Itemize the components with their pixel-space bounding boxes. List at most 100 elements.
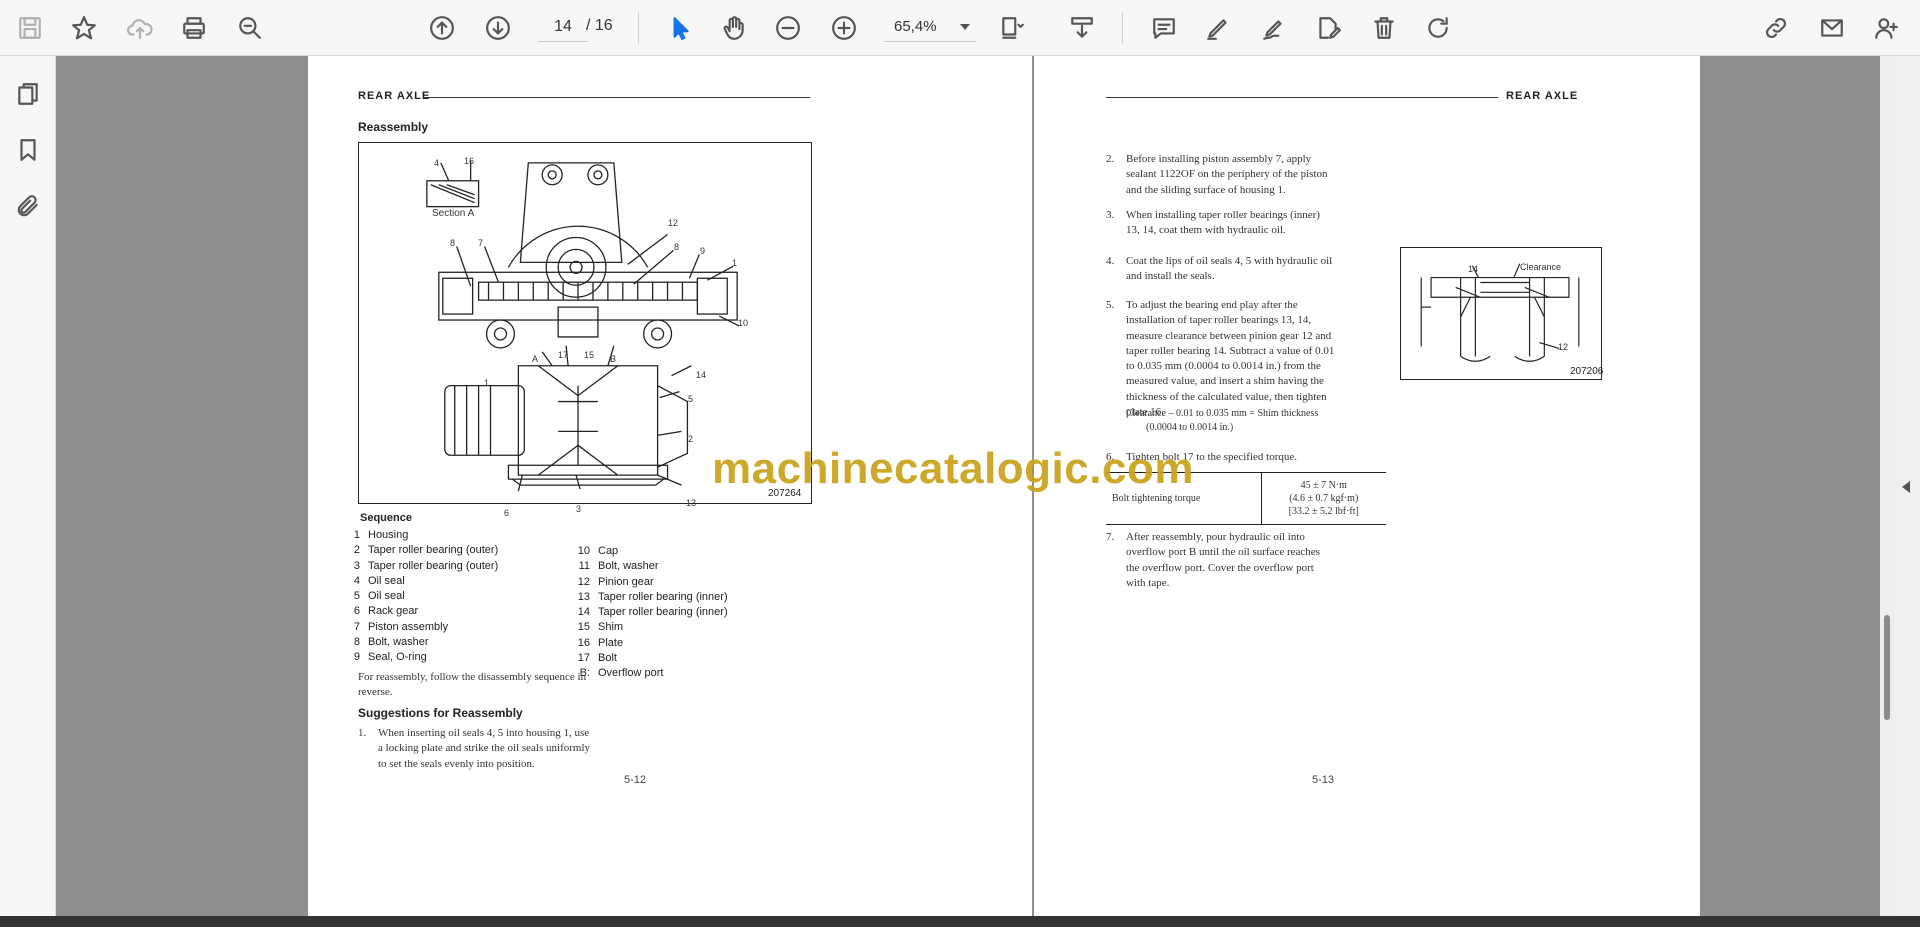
list-item: 4 Oil seal [353, 574, 405, 587]
reassembly-note: For reassembly, follow the disassembly s… [358, 671, 587, 699]
table-cell-value: 45 ± 7 N·m (4.6 ± 0.7 kgf·m) [33.2 ± 5.2… [1261, 472, 1386, 525]
torque-kgfm: (4.6 ± 0.7 kgf·m) [1289, 493, 1359, 504]
header-rule [1106, 97, 1498, 98]
step-number: 3. [1106, 209, 1115, 221]
figure-label: 3 [576, 504, 582, 514]
section-title: Reassembly [358, 120, 429, 134]
suggestions-title: Suggestions for Reassembly [358, 706, 523, 720]
step-text: When installing taper roller bearings (i… [1126, 209, 1320, 237]
step-text: Coat the lips of oil seals 4, 5 with hyd… [1126, 255, 1333, 283]
step-number: 2. [1106, 153, 1115, 165]
list-item: 8 Bolt, washer [353, 636, 429, 649]
step-text: To adjust the bearing end play after the… [1126, 299, 1335, 419]
delete-icon[interactable] [1366, 10, 1402, 46]
list-item: 16 Plate [577, 636, 624, 649]
toolbar-divider [638, 12, 639, 44]
figure-label: 1 [732, 258, 738, 268]
page-header: REAR AXLE [358, 90, 431, 102]
figure-label: 5 [688, 394, 694, 404]
figure-label: 12 [668, 218, 679, 228]
clearance-formula: Clearance – 0.01 to 0.035 mm = Shim thic… [1126, 408, 1319, 419]
list-item: 11 Bolt, washer [578, 560, 659, 573]
figure-label: 12 [1558, 342, 1569, 352]
page-up-icon[interactable] [424, 10, 460, 46]
figure-label: 9 [700, 246, 706, 256]
page-number: 5-13 [1312, 774, 1335, 786]
figure-label: 14 [1468, 264, 1479, 274]
torque-nm: 45 ± 7 N·m [1300, 480, 1347, 491]
mail-icon[interactable] [1814, 10, 1850, 46]
bookmark-star-icon[interactable] [66, 10, 102, 46]
step-number: 1. [358, 727, 367, 739]
rotate-icon[interactable] [1420, 10, 1456, 46]
page-down-icon[interactable] [480, 10, 516, 46]
upload-cloud-icon[interactable] [122, 10, 158, 46]
figure-label: 1 [484, 378, 490, 388]
pages-icon[interactable] [10, 76, 46, 112]
toolbar: / 16 65,4% [0, 0, 1920, 56]
figure-label: Section A [432, 208, 475, 219]
sequence-title: Sequence [360, 512, 412, 524]
list-item: B: Overflow port [579, 667, 664, 680]
list-item: 3 Taper roller bearing (outer) [353, 559, 499, 572]
figure-label: 10 [738, 318, 749, 328]
zoom-search-icon[interactable] [232, 10, 268, 46]
list-item: 7 Piston assembly [353, 620, 449, 633]
chevron-down-icon [960, 24, 970, 30]
comment-icon[interactable] [1146, 10, 1182, 46]
step-text: After reassembly, pour hydraulic oil int… [1126, 531, 1320, 589]
sequence-list-left: 1 Housing 2 Taper roller bearing (outer) 3… [342, 528, 498, 666]
figure-label: 2 [688, 434, 694, 444]
hand-icon[interactable] [716, 10, 752, 46]
zoom-value: 65,4% [894, 18, 937, 35]
list-item: 1 Housing [353, 529, 409, 541]
clearance-formula-in: (0.0004 to 0.0014 in.) [1146, 422, 1234, 433]
page-number-input[interactable] [538, 12, 588, 42]
step-number: 7. [1106, 531, 1115, 543]
figure-label: B [610, 354, 617, 364]
figure-label: 8 [674, 242, 680, 252]
list-item: 15 Shim [577, 621, 624, 634]
scrollbar-thumb[interactable] [1884, 615, 1890, 720]
step-item: 4. Coat the lips of oil seals 4, 5 with … [1106, 254, 1396, 288]
select-arrow-icon[interactable] [662, 10, 698, 46]
page-number: 5-12 [624, 774, 647, 786]
expand-right-panel-icon[interactable] [1902, 481, 1910, 493]
figure-label: Clearance [1520, 262, 1562, 272]
zoom-select[interactable]: 65,4% [884, 12, 976, 42]
figure-code: 207206 [1570, 366, 1604, 377]
edit-pdf-icon[interactable] [1310, 10, 1346, 46]
attachment-icon[interactable] [10, 188, 46, 224]
scroll-mode-icon[interactable] [1064, 10, 1100, 46]
left-sidebar [0, 56, 70, 927]
figure-label: 6 [504, 508, 510, 518]
list-item: 10 Cap [577, 545, 619, 557]
figure-label: 15 [584, 350, 595, 360]
taskbar-strip [0, 916, 1920, 927]
add-user-icon[interactable] [1868, 10, 1904, 46]
sign-icon[interactable] [1256, 10, 1292, 46]
highlight-pen-icon[interactable] [1200, 10, 1236, 46]
step-item: 2. Before installing piston assembly 7, … [1106, 152, 1396, 202]
page-header: REAR AXLE [1506, 90, 1579, 102]
step-number: 4. [1106, 255, 1115, 267]
figure-label: 7 [478, 238, 484, 248]
toolbar-divider [1122, 12, 1123, 44]
zoom-out-icon[interactable] [770, 10, 806, 46]
step-item: 7. After reassembly, pour hydraulic oil … [1106, 530, 1396, 589]
save-icon[interactable] [12, 10, 48, 46]
page-fit-icon[interactable] [994, 10, 1030, 46]
figure-label: 13 [686, 498, 697, 508]
print-icon[interactable] [176, 10, 212, 46]
zoom-in-icon[interactable] [826, 10, 862, 46]
bookmark-icon[interactable] [10, 132, 46, 168]
clearance-drawing [1420, 263, 1580, 362]
scrollbar-track[interactable] [1880, 56, 1894, 916]
step-number: 5. [1106, 299, 1115, 311]
list-item: 6 Rack gear [353, 605, 419, 618]
sequence-list-right: 10 Cap 11 Bolt, washer 12 Pinion gear 13 Tap… [572, 544, 728, 682]
step-text: When inserting oil seals 4, 5 into housi… [378, 727, 591, 770]
share-link-icon[interactable] [1758, 10, 1794, 46]
watermark: machinecatalogic.com [712, 444, 1194, 493]
list-item: 9 Seal, O-ring [353, 651, 427, 664]
